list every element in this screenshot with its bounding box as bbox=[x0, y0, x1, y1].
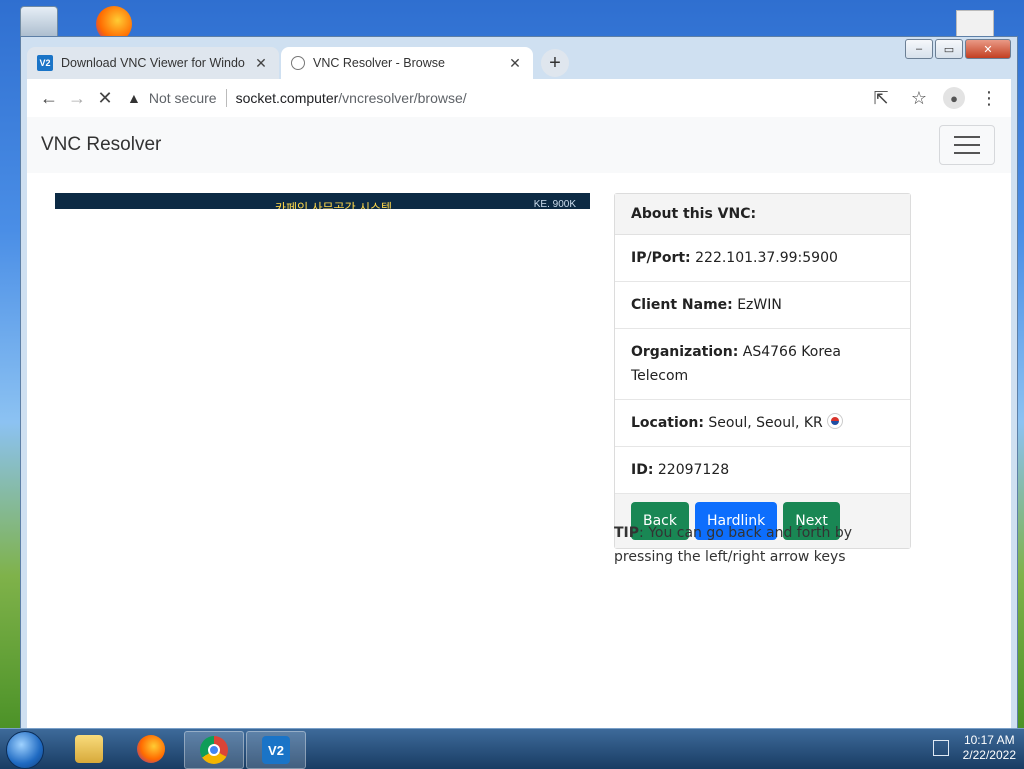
url-host: socket.computer bbox=[235, 90, 339, 106]
screenshot-caption: 카페인 사무공간 시스템 bbox=[275, 201, 393, 209]
row-value: 22097128 bbox=[657, 462, 730, 478]
info-row-ip: IP/Port: 222.101.37.99:5900 bbox=[615, 235, 910, 282]
tab-strip: V2 Download VNC Viewer for Windo ✕ VNC R… bbox=[27, 45, 569, 79]
chrome-icon bbox=[200, 736, 228, 764]
new-tab-button[interactable]: + bbox=[541, 49, 569, 77]
share-icon[interactable]: ⇱ bbox=[867, 84, 895, 112]
back-arrow-icon[interactable]: ← bbox=[35, 84, 63, 112]
maximize-button[interactable]: ▭ bbox=[935, 39, 963, 59]
vnc-favicon-icon: V2 bbox=[37, 55, 53, 71]
close-window-button[interactable]: ✕ bbox=[965, 39, 1011, 59]
info-row-organization: Organization: AS4766 Korea Telecom bbox=[615, 329, 910, 400]
vnc-viewer-icon: V2 bbox=[262, 736, 290, 764]
firefox-icon bbox=[137, 735, 165, 763]
clock[interactable]: 10:17 AM 2/22/2022 bbox=[963, 733, 1016, 763]
row-value: Seoul, Seoul, KR bbox=[708, 415, 823, 431]
folder-icon bbox=[75, 735, 103, 763]
menu-kebab-icon[interactable]: ⋮ bbox=[975, 84, 1003, 112]
stop-loading-icon[interactable]: ✕ bbox=[91, 84, 119, 112]
url-text[interactable]: socket.computer/vncresolver/browse/ bbox=[236, 90, 467, 106]
vnc-info-card: About this VNC: IP/Port: 222.101.37.99:5… bbox=[614, 193, 911, 549]
info-row-client: Client Name: EzWIN bbox=[615, 282, 910, 329]
star-bookmark-icon[interactable]: ☆ bbox=[905, 84, 933, 112]
forward-arrow-icon[interactable]: → bbox=[63, 84, 91, 112]
address-bar[interactable]: ▲ Not secure socket.computer/vncresolver… bbox=[127, 83, 867, 113]
row-label: Client Name: bbox=[631, 297, 733, 313]
browser-toolbar: ← → ✕ ▲ Not secure socket.computer/vncre… bbox=[27, 79, 1011, 117]
row-value: EzWIN bbox=[737, 297, 782, 313]
site-brand[interactable]: VNC Resolver bbox=[41, 134, 161, 156]
taskbar-chrome[interactable] bbox=[184, 731, 244, 769]
row-label: IP/Port: bbox=[631, 250, 691, 266]
tab-title: VNC Resolver - Browse bbox=[313, 56, 445, 70]
screenshot-caption-right: KE. 900K bbox=[533, 199, 576, 209]
row-value: 222.101.37.99:5900 bbox=[695, 250, 838, 266]
tab-vnc-resolver[interactable]: VNC Resolver - Browse ✕ bbox=[281, 47, 533, 79]
clock-date: 2/22/2022 bbox=[962, 748, 1016, 762]
info-row-id: ID: 22097128 bbox=[615, 447, 910, 494]
vnc-screenshot-image: 카페인 사무공간 시스템 KE. 900K bbox=[55, 193, 590, 209]
hamburger-menu-icon[interactable] bbox=[939, 125, 995, 165]
korea-flag-icon bbox=[826, 413, 843, 429]
minimize-button[interactable]: – bbox=[905, 39, 933, 59]
row-label: Organization: bbox=[631, 344, 739, 360]
warning-icon[interactable]: ▲ bbox=[127, 90, 141, 106]
window-controls: – ▭ ✕ bbox=[905, 39, 1011, 59]
browser-window: – ▭ ✕ V2 Download VNC Viewer for Windo ✕… bbox=[20, 36, 1018, 732]
security-label[interactable]: Not secure bbox=[149, 90, 217, 106]
toolbar-right: ⇱ ☆ ● ⋮ bbox=[867, 84, 1003, 112]
tip-text: TIP: You can go back and forth by pressi… bbox=[614, 521, 914, 569]
taskbar-firefox[interactable] bbox=[122, 731, 180, 767]
system-tray: 10:17 AM 2/22/2022 bbox=[932, 733, 1016, 763]
divider bbox=[225, 89, 227, 107]
row-label: ID: bbox=[631, 462, 654, 478]
tip-label: TIP bbox=[614, 525, 640, 541]
taskbar: V2 10:17 AM 2/22/2022 bbox=[0, 728, 1024, 769]
row-label: Location: bbox=[631, 415, 704, 431]
tab-close-icon[interactable]: ✕ bbox=[507, 55, 523, 72]
taskbar-explorer[interactable] bbox=[60, 731, 118, 767]
start-button-icon[interactable] bbox=[6, 731, 44, 769]
page-viewport: VNC Resolver 카페인 사무공간 시스템 KE. 900K About… bbox=[27, 117, 1011, 729]
tab-title: Download VNC Viewer for Windo bbox=[61, 56, 245, 70]
tip-body: : You can go back and forth by pressing … bbox=[614, 525, 853, 565]
profile-avatar-icon[interactable]: ● bbox=[943, 87, 965, 109]
network-icon[interactable] bbox=[932, 740, 949, 756]
info-row-location: Location: Seoul, Seoul, KR bbox=[615, 400, 910, 447]
site-navbar: VNC Resolver bbox=[27, 117, 1011, 173]
tab-close-icon[interactable]: ✕ bbox=[253, 55, 269, 72]
taskbar-vnc-viewer[interactable]: V2 bbox=[246, 731, 306, 769]
globe-favicon-icon bbox=[291, 56, 305, 70]
tab-download-vnc[interactable]: V2 Download VNC Viewer for Windo ✕ bbox=[27, 47, 279, 79]
clock-time: 10:17 AM bbox=[963, 733, 1015, 747]
url-path: /vncresolver/browse/ bbox=[338, 90, 467, 106]
card-header: About this VNC: bbox=[615, 194, 910, 235]
